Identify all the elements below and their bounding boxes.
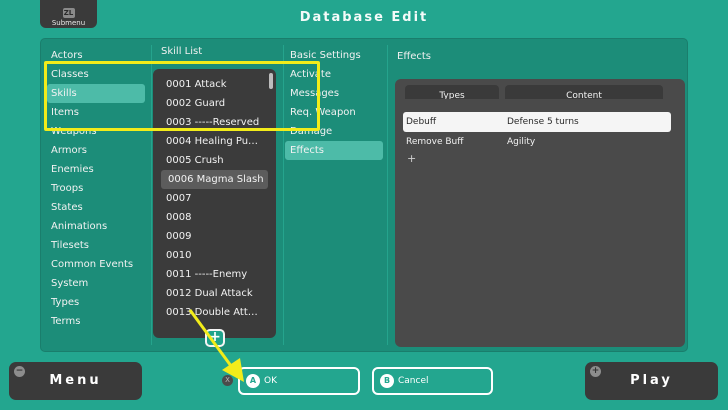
b-button-icon: B [380, 374, 394, 388]
effect-content: Defense 5 turns [507, 117, 579, 127]
skill-list-item[interactable]: 0009 [153, 227, 276, 246]
effect-row[interactable]: Debuff Defense 5 turns [403, 112, 671, 132]
category-item[interactable]: Animations [41, 217, 149, 236]
cancel-button[interactable]: B Cancel [372, 367, 493, 395]
play-button[interactable]: + Play [585, 362, 718, 400]
category-item[interactable]: Enemies [41, 160, 149, 179]
skill-list-item[interactable]: 0008 [153, 208, 276, 227]
category-item[interactable]: States [41, 198, 149, 217]
category-item[interactable]: Tilesets [41, 236, 149, 255]
content-column-header: Content [505, 85, 663, 99]
effect-content: Agility [507, 137, 536, 147]
ok-label: OK [264, 376, 277, 386]
skill-list-item[interactable]: 0005 Crush [153, 151, 276, 170]
effect-row[interactable]: Remove Buff Agility [403, 132, 671, 152]
effects-header: Effects [397, 51, 431, 62]
skill-list-item[interactable]: 0012 Dual Attack [153, 284, 276, 303]
menu-button[interactable]: − Menu [9, 362, 142, 400]
skill-list-item[interactable]: 0010 [153, 246, 276, 265]
category-item[interactable]: Armors [41, 141, 149, 160]
minus-icon: − [14, 366, 25, 377]
effects-panel: Types Content Debuff Defense 5 turns Remov… [395, 79, 685, 347]
plus-icon: + [590, 366, 601, 377]
types-column-header: Types [405, 85, 499, 99]
play-label: Play [630, 373, 673, 388]
skill-list-item[interactable]: 0006 Magma Slash [161, 170, 268, 189]
effect-type: Remove Buff [406, 137, 464, 147]
category-item[interactable]: Common Events [41, 255, 149, 274]
page-title: Database Edit [299, 10, 429, 25]
menu-label: Menu [49, 373, 102, 388]
skill-list-item[interactable]: 0011 -----Enemy [153, 265, 276, 284]
skill-list-item[interactable]: 0004 Healing Pu… [153, 132, 276, 151]
category-item[interactable]: Terms [41, 312, 149, 331]
add-effect-button[interactable]: + [403, 152, 671, 168]
skill-list-header: Skill List [161, 46, 203, 57]
effects-section: Effects Types Content Debuff Defense 5 tu… [389, 39, 689, 351]
skill-list-item[interactable]: 0007 [153, 189, 276, 208]
settings-nav-item[interactable]: Effects [285, 141, 383, 160]
category-item[interactable]: Troops [41, 179, 149, 198]
effect-type: Debuff [406, 117, 437, 127]
pointer-arrow-icon [188, 309, 244, 382]
effects-highlight-box [44, 61, 320, 131]
category-item[interactable]: System [41, 274, 149, 293]
divider [387, 45, 388, 345]
cancel-label: Cancel [398, 376, 429, 386]
category-item[interactable]: Types [41, 293, 149, 312]
